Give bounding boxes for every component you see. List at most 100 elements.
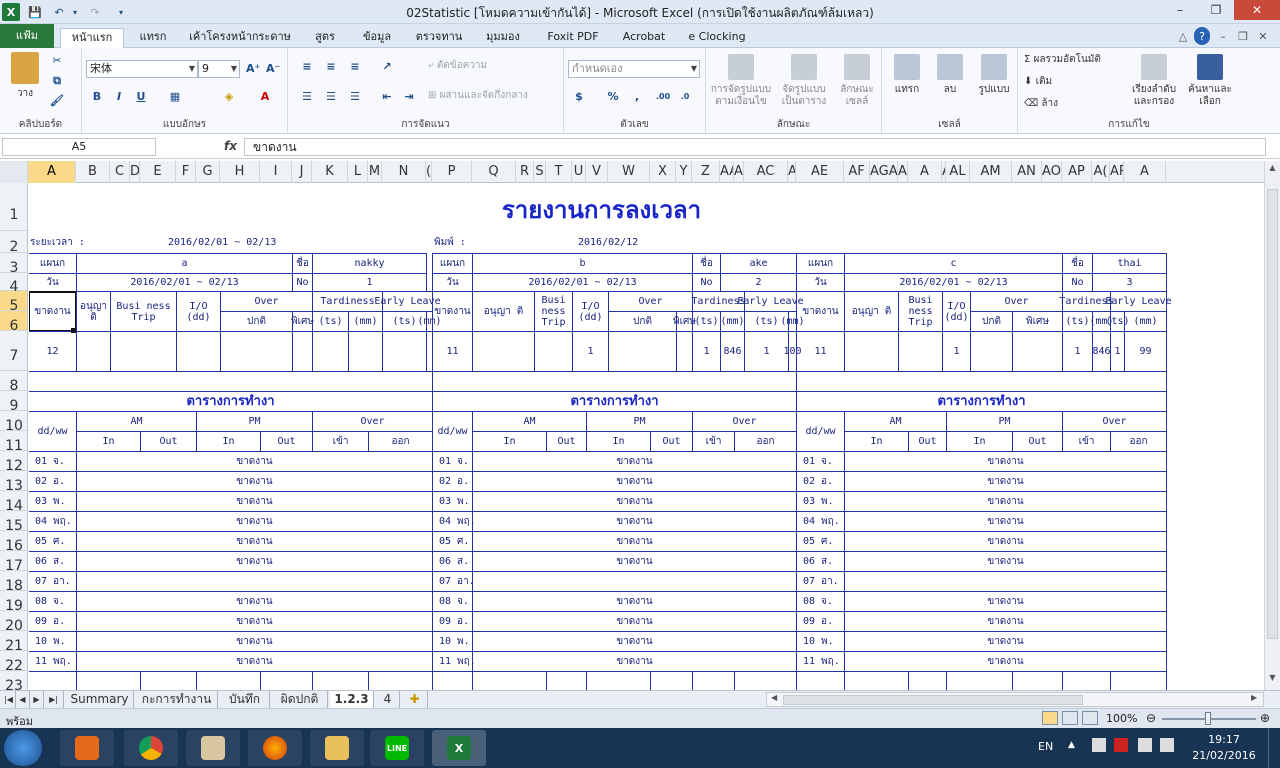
schedule-status[interactable]: ขาดงาน: [844, 511, 1167, 532]
decrease-decimal-icon[interactable]: .0: [678, 90, 692, 104]
increase-decimal-icon[interactable]: .00: [656, 90, 670, 104]
schedule-status[interactable]: ขาดงาน: [76, 591, 433, 612]
over-exit-header[interactable]: ออก: [734, 431, 797, 452]
prev-sheet-icon[interactable]: ◀: [16, 691, 30, 708]
name-label[interactable]: ชื่อ: [292, 253, 313, 274]
row-header[interactable]: 19: [0, 591, 27, 614]
pm-out-cell[interactable]: [650, 671, 693, 691]
borders-icon[interactable]: ▦: [168, 90, 182, 104]
zoom-in-icon[interactable]: ⊕: [1260, 711, 1270, 725]
over-sched-header[interactable]: Over: [692, 411, 797, 432]
over-normal-header[interactable]: ปกติ: [608, 311, 677, 332]
align-right-icon[interactable]: ☰: [348, 90, 362, 104]
schedule-status[interactable]: ขาดงาน: [472, 511, 797, 532]
over-special-header[interactable]: พิเศษ: [1012, 311, 1063, 332]
am-in-cell[interactable]: [472, 671, 547, 691]
day-cell[interactable]: [432, 671, 473, 691]
day-cell[interactable]: 05 ศ.: [796, 531, 845, 552]
column-header[interactable]: H: [220, 161, 260, 183]
am-in-header[interactable]: In: [472, 431, 547, 452]
over-special-value[interactable]: [292, 331, 313, 372]
day-cell[interactable]: 10 พ.: [29, 631, 77, 652]
day-cell[interactable]: 08 จ.: [432, 591, 473, 612]
normal-view-icon[interactable]: [1042, 711, 1058, 725]
day-cell[interactable]: 08 จ.: [29, 591, 77, 612]
day-cell[interactable]: 10 พ.: [796, 631, 845, 652]
schedule-status[interactable]: ขาดงาน: [472, 651, 797, 672]
dept-value[interactable]: b: [472, 253, 693, 274]
schedule-status[interactable]: ขาดงาน: [472, 611, 797, 632]
am-in-header[interactable]: In: [76, 431, 141, 452]
row-header[interactable]: 5: [0, 291, 27, 314]
io-value[interactable]: 1: [942, 331, 971, 372]
spacer-row[interactable]: [796, 371, 1167, 392]
early-ts-value[interactable]: 1: [744, 331, 789, 372]
schedule-status[interactable]: ขาดงาน: [76, 631, 433, 652]
column-header[interactable]: K: [312, 161, 348, 183]
next-sheet-icon[interactable]: ▶: [30, 691, 44, 708]
format-cells-button[interactable]: รูปแบบ: [972, 54, 1016, 96]
over-enter-header[interactable]: เข้า: [312, 431, 369, 452]
cell-styles-button[interactable]: ลักษณะ เซลล์: [834, 54, 880, 108]
schedule-status[interactable]: ขาดงาน: [76, 531, 433, 552]
sheet-tab-shifts[interactable]: กะการทำงาน: [136, 691, 218, 708]
increase-indent-icon[interactable]: ⇥: [402, 90, 416, 104]
tardiness-mm-header[interactable]: (mm): [348, 311, 383, 332]
io-header[interactable]: I/O (dd): [942, 291, 971, 332]
approve-value[interactable]: [76, 331, 111, 372]
row-header[interactable]: 15: [0, 511, 27, 534]
scroll-thumb[interactable]: [1267, 189, 1278, 639]
over-sched-header[interactable]: Over: [1062, 411, 1167, 432]
copy-icon[interactable]: ⧉: [50, 74, 64, 88]
day-cell[interactable]: 09 อ.: [29, 611, 77, 632]
zoom-level[interactable]: 100%: [1106, 712, 1137, 725]
report-title[interactable]: รายงานการลงเวลา: [29, 183, 1175, 232]
schedule-status[interactable]: ขาดงาน: [844, 591, 1167, 612]
pm-in-header[interactable]: In: [586, 431, 651, 452]
day-cell[interactable]: 11 พฤ.: [29, 651, 77, 672]
comma-icon[interactable]: ,: [630, 90, 644, 104]
print-label[interactable]: พิมพ์ :: [432, 231, 547, 254]
employee-name[interactable]: thai: [1092, 253, 1167, 274]
column-header[interactable]: V: [586, 161, 608, 183]
schedule-status[interactable]: ขาดงาน: [844, 631, 1167, 652]
schedule-title[interactable]: ตารางการทำงา: [432, 391, 797, 412]
align-bottom-icon[interactable]: ≡: [348, 60, 362, 74]
tab-foxit-pdf[interactable]: Foxit PDF: [536, 28, 610, 48]
column-header[interactable]: AR: [1110, 161, 1124, 183]
column-header[interactable]: AA: [720, 161, 734, 183]
day-label[interactable]: วัน: [796, 273, 845, 292]
no-label[interactable]: No: [292, 273, 313, 292]
day-cell[interactable]: 02 อ.: [29, 471, 77, 492]
day-cell[interactable]: 04 พฤ.: [29, 511, 77, 532]
pm-header[interactable]: PM: [946, 411, 1063, 432]
sheet-tab-abnormal[interactable]: ผิดปกติ: [272, 691, 328, 708]
day-cell[interactable]: 03 พ.: [29, 491, 77, 512]
taskbar-media-player[interactable]: [60, 730, 114, 766]
over-enter-cell[interactable]: [1062, 671, 1111, 691]
day-cell[interactable]: 09 อ.: [432, 611, 473, 632]
early-ts-header[interactable]: (ts): [1105, 311, 1130, 332]
row-header[interactable]: 10: [0, 411, 27, 434]
business-trip-value[interactable]: [898, 331, 943, 372]
ddww-header[interactable]: dd/ww: [432, 411, 473, 452]
scroll-down-icon[interactable]: ▼: [1267, 673, 1278, 687]
am-in-cell[interactable]: [76, 671, 141, 691]
delete-cells-button[interactable]: ลบ: [930, 54, 970, 96]
column-header[interactable]: AC: [744, 161, 788, 183]
over-special-value[interactable]: [1012, 331, 1063, 372]
sheet-tab-active[interactable]: 1.2.3: [330, 691, 374, 708]
language-indicator[interactable]: EN: [1038, 740, 1053, 753]
business-trip-value[interactable]: [534, 331, 573, 372]
tray-volume-icon[interactable]: [1160, 738, 1174, 752]
column-header[interactable]: AM: [970, 161, 1012, 183]
over-normal-value[interactable]: [970, 331, 1013, 372]
am-header[interactable]: AM: [844, 411, 947, 432]
row-header[interactable]: 20: [0, 611, 27, 634]
column-header[interactable]: R: [516, 161, 534, 183]
tab-view[interactable]: มุมมอง: [476, 28, 530, 48]
paste-button[interactable]: วาง: [6, 52, 44, 100]
schedule-status[interactable]: ขาดงาน: [844, 651, 1167, 672]
workbook-close-icon[interactable]: ✕: [1256, 27, 1270, 45]
number-format-select[interactable]: กำหนดเอง ▼: [568, 60, 700, 78]
